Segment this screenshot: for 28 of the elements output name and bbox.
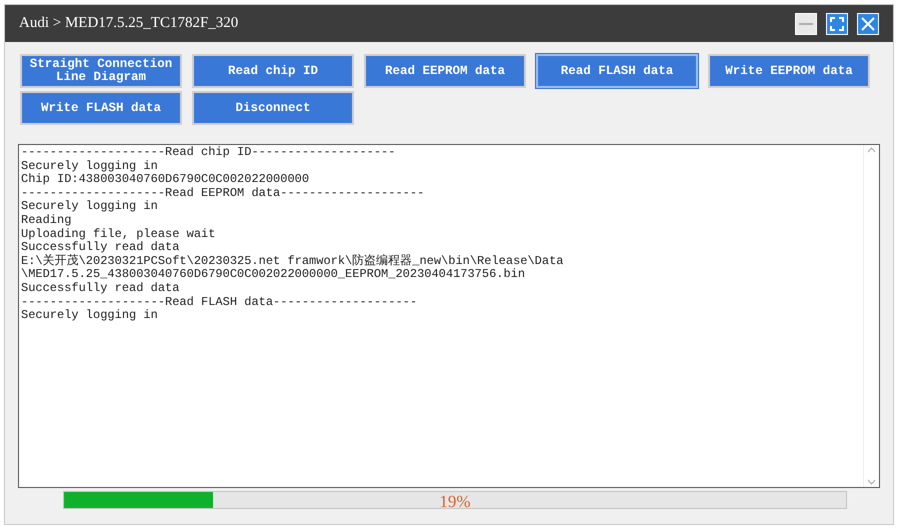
log-line: Securely logging in — [21, 309, 159, 323]
action-button[interactable]: Read EEPROM data — [364, 54, 526, 88]
log-line: Uploading file, please wait — [21, 228, 216, 241]
log-line: Chip ID:438003040760D6790C0C002022000000 — [21, 173, 310, 187]
close-button[interactable] — [857, 12, 879, 34]
log-line: E:\关开茂\20230321PCSoft\20230325.net framwork\防盗编程器_new\bin\Release\Data — [21, 254, 564, 268]
minimize-icon — [799, 22, 813, 24]
log-line: --------------------Read EEPROM data-------------------- — [21, 186, 426, 200]
window-title: Audi > MED17.5.25_TC1782F_320 — [19, 14, 238, 34]
close-icon — [860, 16, 876, 32]
maximize-icon — [829, 16, 845, 32]
action-button[interactable]: Write EEPROM data — [708, 54, 870, 88]
log-line: --------------------Read chip ID-------------------- — [21, 146, 396, 160]
log-line: Securely logging in — [21, 200, 159, 214]
log-line: Successfully read data — [21, 282, 180, 296]
action-button[interactable]: Read FLASH data — [536, 54, 698, 88]
log-line: Securely logging in — [21, 160, 159, 173]
log-line: \MED17.5.25_438003040760D6790C0C002022000000_EEPROM_20230404173756.bin — [21, 268, 526, 282]
maximize-button[interactable] — [826, 12, 848, 34]
action-button[interactable]: Write FLASH data — [20, 91, 182, 125]
log-line: Reading — [21, 214, 72, 228]
progress-percent: 19% — [439, 491, 471, 513]
action-button[interactable]: Read chip ID — [192, 54, 354, 88]
log-line: --------------------Read FLASH data-------------------- — [21, 296, 418, 309]
action-button[interactable]: Straight Connection Line Diagram — [20, 54, 182, 88]
action-button[interactable]: Disconnect — [192, 91, 354, 125]
minimize-button[interactable] — [795, 12, 817, 34]
log-line: Successfully read data — [21, 241, 180, 254]
